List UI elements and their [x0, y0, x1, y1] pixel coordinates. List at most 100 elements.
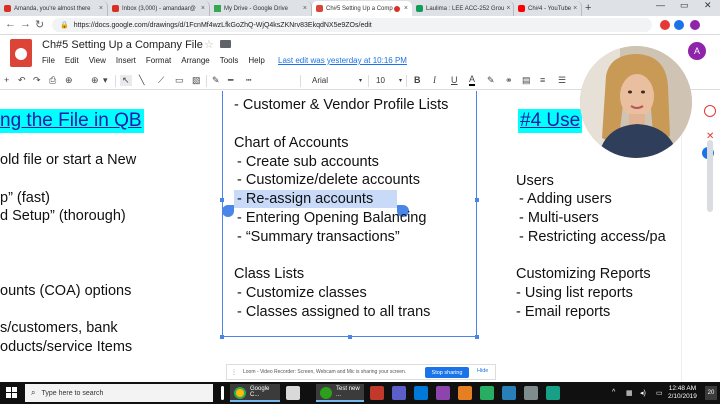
paint-format-icon[interactable]: ⊕	[65, 75, 73, 86]
left-heading[interactable]: ng the File in QB	[0, 109, 144, 133]
new-slide-icon[interactable]: +	[4, 75, 9, 85]
tab-close-icon[interactable]: ×	[571, 5, 577, 12]
last-edit-link[interactable]: Last edit was yesterday at 10:16 PM	[278, 56, 407, 65]
image-tool-icon[interactable]: ▧	[192, 75, 201, 86]
hide-button[interactable]: Hide	[477, 368, 488, 374]
app-icon[interactable]	[546, 386, 560, 400]
url-field[interactable]: 🔒 https://docs.google.com/drawings/d/1Fc…	[52, 18, 652, 32]
tab-close-icon[interactable]: ×	[402, 5, 408, 12]
extension-icon[interactable]	[674, 20, 684, 30]
google-drawings-logo-icon[interactable]	[10, 39, 32, 67]
resize-handle[interactable]	[220, 335, 224, 339]
grip-icon[interactable]: ⋮	[231, 369, 237, 376]
center-list-item[interactable]: - Classes assigned to all trans	[237, 303, 430, 322]
right-list-item[interactable]: - Using list reports	[516, 284, 633, 303]
app-icon[interactable]	[286, 386, 300, 400]
undo-icon[interactable]: ↶	[18, 75, 26, 86]
resize-handle[interactable]	[220, 198, 224, 202]
left-line[interactable]: s/customers, bank	[0, 319, 118, 338]
menu-format[interactable]: Format	[146, 56, 171, 65]
comment-icon[interactable]: ▤	[522, 75, 531, 86]
browser-tab[interactable]: Laulima : LEE ACC-252 Grou ×	[412, 1, 514, 16]
left-line[interactable]: p” (fast)	[0, 189, 50, 208]
forward-icon[interactable]: →	[20, 18, 31, 30]
browser-tab[interactable]: Inbox (3,000) - amandaar@ ×	[108, 1, 210, 16]
print-icon[interactable]: ⎙	[49, 75, 56, 86]
avatar[interactable]: A	[688, 42, 706, 60]
right-heading-1[interactable]: Users	[516, 172, 554, 191]
keyboard-icon[interactable]: ▭	[656, 389, 663, 397]
app-icon[interactable]	[370, 386, 384, 400]
app-icon[interactable]	[480, 386, 494, 400]
font-select[interactable]: Arial ▾	[312, 73, 362, 88]
center-list-item[interactable]: - Customize classes	[237, 284, 367, 303]
pen-icon[interactable]: ✎	[212, 75, 220, 86]
window-close-icon[interactable]: ✕	[704, 0, 712, 11]
line-dash-icon[interactable]: ┅	[246, 75, 251, 86]
tab-close-icon[interactable]: ×	[504, 5, 510, 12]
windows-start-icon[interactable]	[6, 387, 18, 399]
notification-badge[interactable]: 20	[705, 386, 717, 400]
new-tab-button[interactable]: +	[585, 2, 591, 14]
align-icon[interactable]: ≡	[540, 75, 545, 85]
resize-handle[interactable]	[475, 198, 479, 202]
tab-close-icon[interactable]: ×	[199, 5, 205, 12]
curve-tool-icon[interactable]: ⟋	[158, 75, 164, 86]
center-list-item[interactable]: - Entering Opening Balancing	[237, 209, 426, 228]
app-icon[interactable]	[502, 386, 516, 400]
star-icon[interactable]: ☆	[204, 38, 214, 51]
menu-insert[interactable]: Insert	[116, 56, 136, 65]
right-list-item[interactable]: - Multi-users	[519, 209, 599, 228]
app-icon[interactable]	[392, 386, 406, 400]
highlight-icon[interactable]: ✎	[487, 75, 495, 86]
resize-handle[interactable]	[348, 335, 352, 339]
right-list-item[interactable]: - Email reports	[516, 303, 610, 322]
app-icon[interactable]	[436, 386, 450, 400]
maximize-icon[interactable]: ▭	[680, 0, 689, 11]
left-line[interactable]: d Setup” (thorough)	[0, 207, 126, 226]
selection-start-handle[interactable]	[222, 205, 234, 217]
link-icon[interactable]: ⚭	[505, 75, 513, 86]
left-line[interactable]: oducts/service Items	[0, 338, 132, 357]
center-list-item[interactable]: - “Summary transactions”	[237, 228, 400, 247]
app-icon[interactable]	[458, 386, 472, 400]
line-weight-icon[interactable]: ━	[228, 75, 233, 86]
menu-view[interactable]: View	[89, 56, 106, 65]
menu-help[interactable]: Help	[248, 56, 264, 65]
bold-button[interactable]: B	[414, 75, 421, 85]
center-list-item[interactable]: - Create sub accounts	[237, 153, 379, 172]
tab-close-icon[interactable]: ×	[97, 5, 103, 12]
chevron-down-icon[interactable]: ▾	[103, 75, 108, 86]
left-line[interactable]: old file or start a New	[0, 151, 136, 170]
left-line[interactable]: ounts (COA) options	[0, 282, 131, 301]
menu-arrange[interactable]: Arrange	[181, 56, 209, 65]
redo-icon[interactable]: ↷	[33, 75, 41, 86]
network-icon[interactable]: ▦	[626, 389, 633, 397]
browser-tab-active[interactable]: Ch#5 Setting Up a Comp ×	[312, 1, 412, 16]
taskbar-app-quickbooks[interactable]: Test new ...	[316, 384, 364, 402]
vertical-scrollbar[interactable]	[707, 140, 713, 212]
webcam-bubble[interactable]	[580, 46, 692, 158]
browser-tab[interactable]: Ch#4 - YouTube ×	[514, 1, 582, 16]
menu-edit[interactable]: Edit	[65, 56, 79, 65]
center-heading[interactable]: Class Lists	[234, 265, 304, 284]
center-top-line[interactable]: - Customer & Vendor Profile Lists	[234, 96, 448, 115]
browser-tab[interactable]: My Drive - Google Drive ×	[210, 1, 312, 16]
center-list-item[interactable]: - Customize/delete accounts	[237, 171, 420, 190]
taskbar-clock[interactable]: 12:48 AM 2/10/2019	[668, 385, 697, 401]
right-heading-2[interactable]: Customizing Reports	[516, 265, 651, 284]
taskbar-app-chrome[interactable]: Google C...	[230, 384, 280, 402]
select-tool-icon[interactable]: ↖	[120, 75, 132, 86]
italic-button[interactable]: I	[433, 75, 436, 85]
line-tool-icon[interactable]: ╲	[139, 75, 144, 86]
resize-handle[interactable]	[475, 335, 479, 339]
tab-close-icon[interactable]: ×	[301, 5, 307, 12]
stop-sharing-button[interactable]: Stop sharing	[425, 367, 469, 378]
document-title[interactable]: Ch#5 Setting Up a Company File	[42, 39, 203, 51]
volume-icon[interactable]: ◂)	[640, 389, 646, 397]
line-spacing-icon[interactable]: ☰	[558, 75, 566, 86]
loom-record-icon[interactable]	[704, 105, 716, 117]
reload-icon[interactable]: ↻	[35, 18, 44, 31]
center-list-item-selected[interactable]: - Re-assign accounts	[237, 190, 373, 209]
taskbar-search-input[interactable]: ⌕ Type here to search	[25, 384, 213, 402]
